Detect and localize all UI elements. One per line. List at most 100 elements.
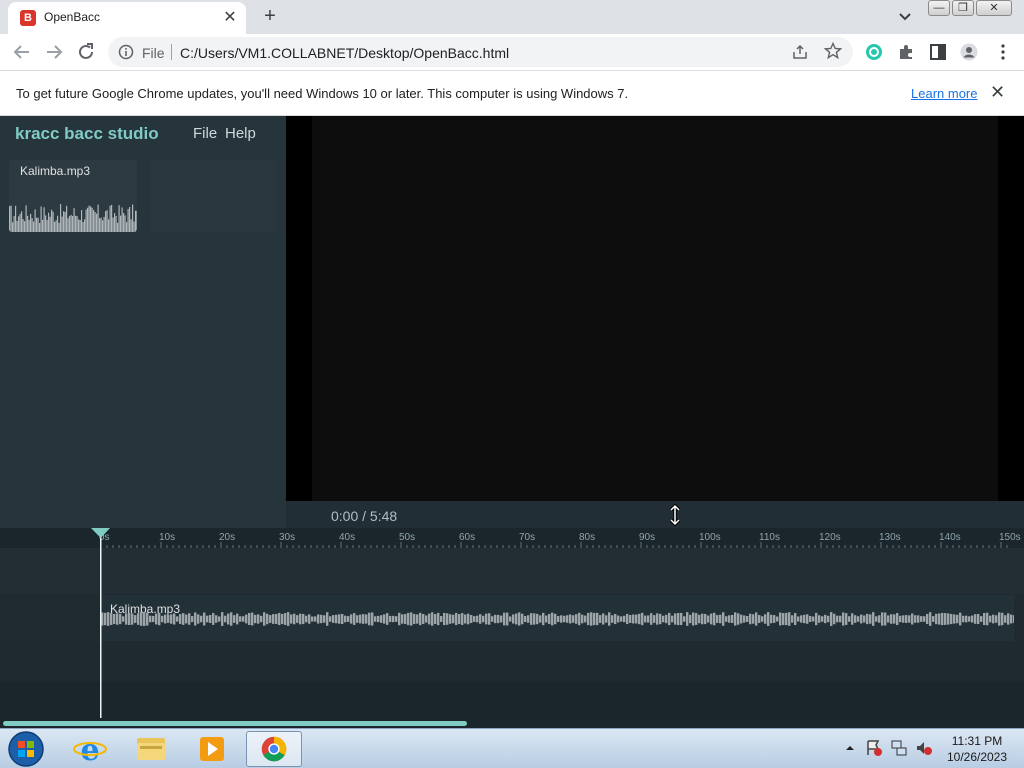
waveform-bar [124,215,126,232]
menu-file[interactable]: File [193,125,217,142]
side-panel-icon[interactable] [929,43,947,61]
waveform-bar [13,215,15,232]
waveform-bar [55,220,57,232]
waveform-bar [82,221,84,232]
waveform-bar [182,613,185,625]
timeline: 0s 10s 20s 30s 40s 50s 60s 70s 80s 90s 100s 110s 120… [0,528,1024,728]
waveform-bar [692,612,695,626]
infobar-close-icon[interactable]: ✕ [990,83,1005,101]
infobar-message: To get future Google Chrome updates, you… [16,86,629,101]
menu-help[interactable]: Help [225,125,256,142]
waveform-bar [581,614,584,624]
waveform-bar [527,615,530,623]
waveform-bar [695,613,698,625]
bookmark-star-icon[interactable] [824,42,842,60]
extensions-puzzle-icon[interactable] [897,43,915,61]
waveform-bar [815,612,818,626]
timeline-track-3[interactable] [0,642,1024,682]
waveform-bar [908,615,911,623]
network-icon[interactable] [890,739,908,757]
waveform-bar [857,616,860,622]
waveform-bar [800,615,803,623]
waveform-bar [587,612,590,626]
waveform-bar [932,616,935,622]
waveform-bar [671,615,674,623]
window-close-button[interactable]: ✕ [976,0,1012,16]
waveform-bar [632,614,635,624]
playhead[interactable] [91,528,110,718]
waveform-bar [620,616,623,622]
waveform-bar [533,613,536,625]
waveform-bar [314,616,317,622]
back-arrow-icon[interactable] [10,40,34,64]
waveform-bar [392,615,395,623]
tray-expand-icon[interactable] [845,743,855,753]
window-controls: — ❐ ✕ [928,0,1012,18]
media-slot-empty[interactable] [150,160,276,232]
reload-icon[interactable] [74,40,98,64]
waveform-bar [123,213,125,232]
waveform-bar [185,614,188,624]
internet-explorer-icon[interactable]: e [62,731,118,767]
waveform-bar [323,615,326,623]
waveform-bar [359,614,362,624]
waveform-bar [18,216,20,232]
timeline-scrollbar[interactable] [3,721,467,726]
browser-tab[interactable]: B OpenBacc ✕ [8,2,246,34]
volume-muted-icon[interactable] [915,739,933,757]
timeline-ruler[interactable]: 0s 10s 20s 30s 40s 50s 60s 70s 80s 90s 100s 110s 120… [0,528,1024,548]
ruler-tick-label: 70s [519,532,536,543]
action-center-flag-icon[interactable] [865,739,883,757]
waveform-bar [995,615,998,623]
minimize-button[interactable]: — [928,0,950,16]
resize-cursor-icon[interactable] [668,504,682,526]
site-info-icon[interactable] [118,44,134,60]
tab-search-chevron-icon[interactable] [895,8,915,26]
timeline-track-1[interactable] [0,548,1024,594]
waveform-bar [662,615,665,623]
waveform-bar [347,616,350,622]
share-icon[interactable] [792,44,808,60]
address-bar[interactable]: File C:/Users/VM1.COLLABNET/Desktop/Open… [108,37,853,67]
preview-area [286,116,1024,501]
waveform-bar [896,612,899,626]
file-explorer-icon[interactable] [123,731,179,767]
chrome-menu-icon[interactable] [994,43,1012,61]
waveform-bar [96,213,98,232]
waveform-bar [860,614,863,624]
waveform-bar [57,215,59,232]
waveform-bar [923,616,926,622]
media-item[interactable]: Kalimba.mp3 [9,160,137,232]
waveform-bar [9,206,11,232]
forward-arrow-icon[interactable] [42,40,66,64]
chrome-taskbar-icon[interactable] [246,731,302,767]
waveform-bar [15,205,17,232]
waveform-bar [45,215,47,232]
media-player-icon[interactable] [184,731,240,767]
waveform-bar [968,616,971,622]
waveform-bar [518,612,521,626]
waveform-bar [626,613,629,625]
waveform-bar [33,221,35,232]
profile-avatar-icon[interactable] [960,43,978,61]
waveform-bar [107,612,110,626]
waveform-bar [197,614,200,624]
waveform-bar [842,612,845,626]
waveform-bar [599,615,602,623]
url-text[interactable]: C:/Users/VM1.COLLABNET/Desktop/OpenBacc.… [180,45,509,61]
waveform-bar [326,612,329,626]
audio-clip[interactable]: Kalimba.mp3 [101,595,1014,641]
taskbar-clock[interactable]: 11:31 PM 10/26/2023 [938,733,1016,765]
waveform-bar [48,212,50,232]
learn-more-link[interactable]: Learn more [911,86,977,101]
timeline-track-2[interactable]: Kalimba.mp3 [0,594,1024,642]
tab-close-icon[interactable]: ✕ [220,8,240,28]
waveform-bar [125,613,128,625]
extension-refresh-icon[interactable] [865,43,883,61]
waveform-bar [118,205,120,232]
waveform-bar [689,614,692,624]
restore-button[interactable]: ❐ [952,0,974,16]
waveform-bar [929,612,932,626]
new-tab-button[interactable]: + [258,4,282,28]
start-orb-icon[interactable] [6,729,46,768]
